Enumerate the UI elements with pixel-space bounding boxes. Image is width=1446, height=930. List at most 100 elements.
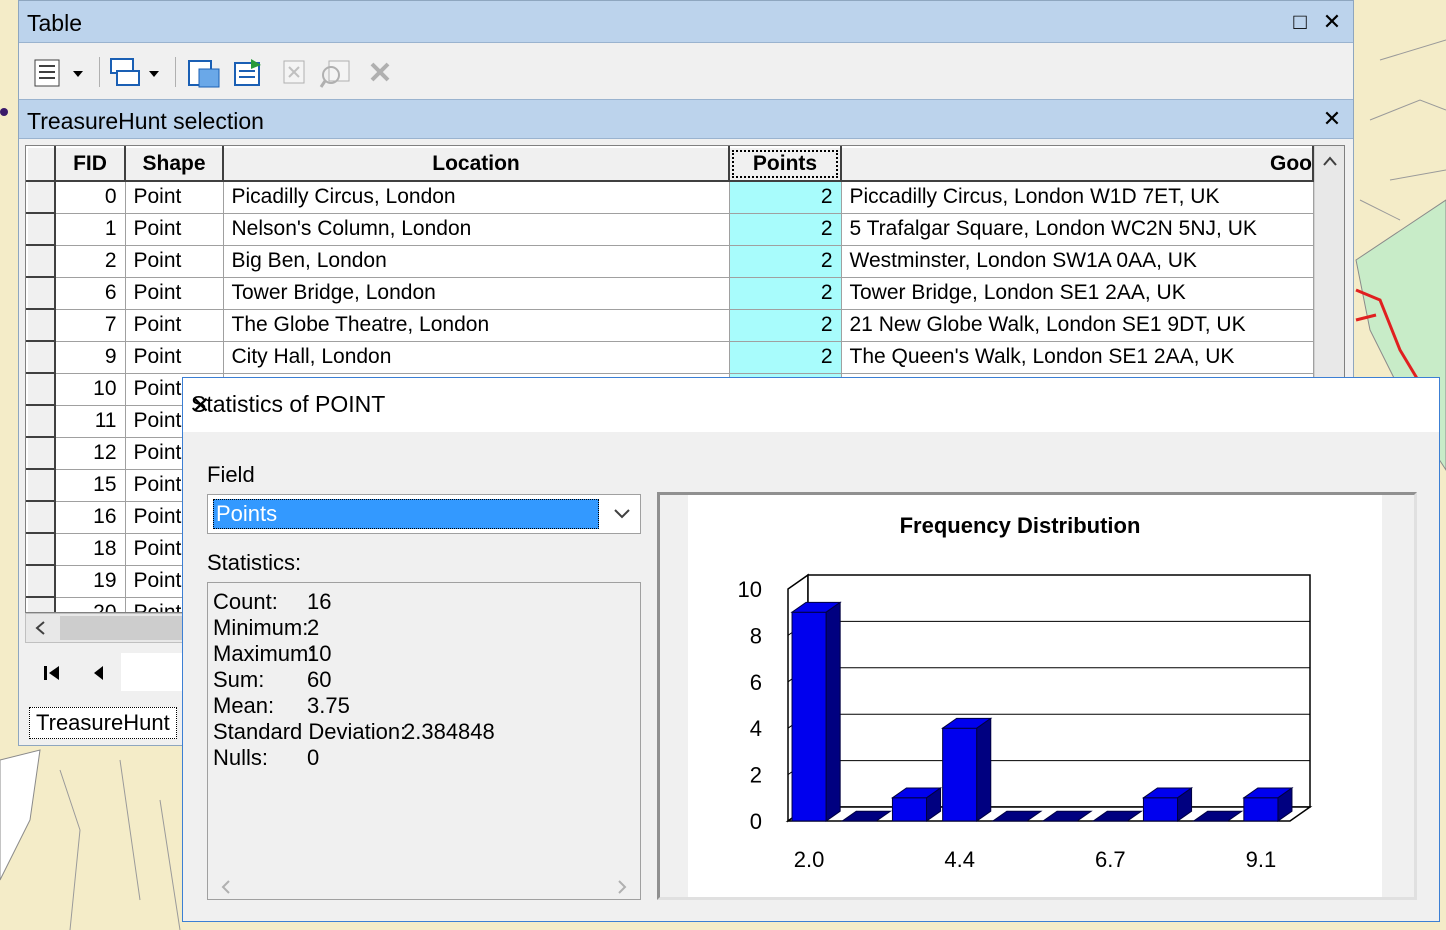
bar-front bbox=[1243, 797, 1279, 822]
row-selector[interactable] bbox=[26, 564, 56, 598]
cell-shape: Point bbox=[124, 340, 224, 374]
statistic-key: Maximum: bbox=[213, 641, 315, 666]
statistics-horizontal-scrollbar[interactable] bbox=[208, 873, 640, 899]
column-header-shape[interactable]: Shape bbox=[124, 146, 224, 182]
cell-fid: 11 bbox=[54, 404, 126, 438]
close-selection-icon[interactable]: ✕ bbox=[1319, 106, 1345, 132]
delete-selected-icon[interactable] bbox=[367, 57, 395, 89]
row-selector[interactable] bbox=[26, 436, 56, 470]
row-selector[interactable] bbox=[26, 340, 56, 374]
chart-back-wall bbox=[807, 574, 1311, 808]
scroll-right-icon[interactable] bbox=[612, 877, 632, 897]
select-by-attributes-icon[interactable] bbox=[187, 57, 221, 89]
row-selector[interactable] bbox=[26, 372, 56, 406]
column-header-location[interactable]: Location bbox=[222, 146, 730, 182]
scroll-left-icon[interactable] bbox=[26, 614, 56, 642]
row-selector[interactable] bbox=[26, 276, 56, 310]
cell-address: 21 New Globe Walk, London SE1 9DT, UK bbox=[840, 308, 1314, 342]
statistics-box: Count: 16 Minimum:2 Maximum:10 Sum: 60 Mean: 3.… bbox=[207, 582, 641, 900]
statistic-value: 3.75 bbox=[307, 693, 350, 718]
chevron-down-icon[interactable] bbox=[610, 499, 634, 529]
table-row[interactable]: 7 Point The Globe Theatre, London 2 21 New G… bbox=[26, 308, 1314, 342]
row-selector-header[interactable] bbox=[26, 146, 56, 182]
y-tick-label: 6 bbox=[750, 670, 762, 695]
cell-location: Tower Bridge, London bbox=[222, 276, 730, 310]
table-toolbar bbox=[19, 43, 1353, 99]
table-row[interactable]: 0 Point Picadilly Circus, London 2 Piccadill… bbox=[26, 180, 1314, 214]
cell-points: 2 bbox=[728, 276, 842, 310]
cell-points: 2 bbox=[728, 244, 842, 278]
row-selector[interactable] bbox=[26, 244, 56, 278]
cell-location: Big Ben, London bbox=[222, 244, 730, 278]
field-dropdown[interactable]: Points bbox=[207, 494, 641, 534]
table-row[interactable]: 6 Point Tower Bridge, London 2 Tower Bridge,… bbox=[26, 276, 1314, 310]
statistic-value: 16 bbox=[307, 589, 332, 614]
x-tick-label: 9.1 bbox=[1246, 847, 1277, 872]
switch-selection-icon[interactable] bbox=[231, 57, 265, 89]
statistic-row: Standard Deviation:2.384848 bbox=[213, 719, 495, 745]
cell-address: The Queen's Walk, London SE1 2AA, UK bbox=[840, 340, 1314, 374]
row-selector[interactable] bbox=[26, 404, 56, 438]
statistics-dialog-title-bar[interactable]: Statistics of POINT ✕ bbox=[183, 378, 1439, 432]
cell-fid: 18 bbox=[54, 532, 126, 566]
previous-record-icon[interactable] bbox=[87, 661, 111, 685]
statistic-value: 10 bbox=[307, 641, 332, 666]
cell-fid: 1 bbox=[54, 212, 126, 246]
row-selector[interactable] bbox=[26, 468, 56, 502]
cell-fid: 0 bbox=[54, 180, 126, 214]
x-tick-label: 2.0 bbox=[794, 847, 825, 872]
table-title-bar[interactable]: Table □ ✕ bbox=[19, 1, 1353, 43]
bar-front bbox=[942, 727, 978, 822]
maximize-icon[interactable]: □ bbox=[1287, 9, 1313, 35]
cell-shape: Point bbox=[124, 212, 224, 246]
chart-bar bbox=[1141, 787, 1194, 822]
column-header-points[interactable]: Points bbox=[728, 146, 842, 182]
related-tables-icon[interactable] bbox=[109, 57, 165, 89]
cell-points: 2 bbox=[728, 180, 842, 214]
cell-fid: 15 bbox=[54, 468, 126, 502]
statistic-row: Maximum:10 bbox=[213, 641, 331, 667]
row-selector[interactable] bbox=[26, 532, 56, 566]
column-header-address[interactable]: Goo bbox=[840, 146, 1314, 182]
cell-address: Piccadilly Circus, London W1D 7ET, UK bbox=[840, 180, 1314, 214]
close-icon[interactable]: ✕ bbox=[1319, 9, 1345, 35]
cell-shape: Point bbox=[124, 244, 224, 278]
cell-fid: 7 bbox=[54, 308, 126, 342]
cell-fid: 12 bbox=[54, 436, 126, 470]
zoom-to-selected-icon[interactable] bbox=[319, 57, 353, 89]
cell-location: Nelson's Column, London bbox=[222, 212, 730, 246]
row-selector[interactable] bbox=[26, 212, 56, 246]
row-selector[interactable] bbox=[26, 180, 56, 214]
table-row[interactable]: 2 Point Big Ben, London 2 Westminster, Londo… bbox=[26, 244, 1314, 278]
table-row[interactable]: 1 Point Nelson's Column, London 2 5 Trafalga… bbox=[26, 212, 1314, 246]
clear-selection-icon[interactable] bbox=[281, 57, 309, 89]
statistic-key: Sum: bbox=[213, 667, 265, 692]
table-header-row: FID Shape Location Points Goo bbox=[26, 146, 1314, 182]
horizontal-scrollbar[interactable] bbox=[25, 613, 205, 643]
column-header-fid[interactable]: FID bbox=[54, 146, 126, 182]
y-tick-label: 0 bbox=[750, 809, 762, 834]
scroll-up-icon[interactable] bbox=[1315, 146, 1345, 176]
row-selector[interactable] bbox=[26, 500, 56, 534]
chart-bar bbox=[890, 787, 943, 822]
chart-bar bbox=[1242, 787, 1294, 822]
bar-front bbox=[1142, 797, 1179, 822]
table-row[interactable]: 9 Point City Hall, London 2 The Queen's Walk… bbox=[26, 340, 1314, 374]
cell-points: 2 bbox=[728, 308, 842, 342]
bar-front bbox=[891, 797, 928, 822]
statistic-row: Sum: 60 bbox=[213, 667, 331, 693]
field-dropdown-value: Points bbox=[213, 499, 599, 529]
tab-treasurehunt[interactable]: TreasureHunt bbox=[29, 707, 177, 739]
cell-fid: 20 bbox=[54, 596, 126, 612]
scroll-left-icon[interactable] bbox=[216, 877, 236, 897]
horizontal-scroll-thumb[interactable] bbox=[60, 616, 200, 640]
selection-title-bar: TreasureHunt selection ✕ bbox=[19, 99, 1353, 139]
first-record-icon[interactable] bbox=[41, 661, 65, 685]
row-selector[interactable] bbox=[26, 596, 56, 612]
bar-front bbox=[791, 611, 827, 822]
row-selector[interactable] bbox=[26, 308, 56, 342]
statistic-key: Mean: bbox=[213, 693, 275, 718]
field-label: Field bbox=[207, 462, 255, 487]
table-options-icon[interactable] bbox=[33, 57, 89, 89]
close-icon[interactable]: ✕ bbox=[191, 391, 1423, 419]
